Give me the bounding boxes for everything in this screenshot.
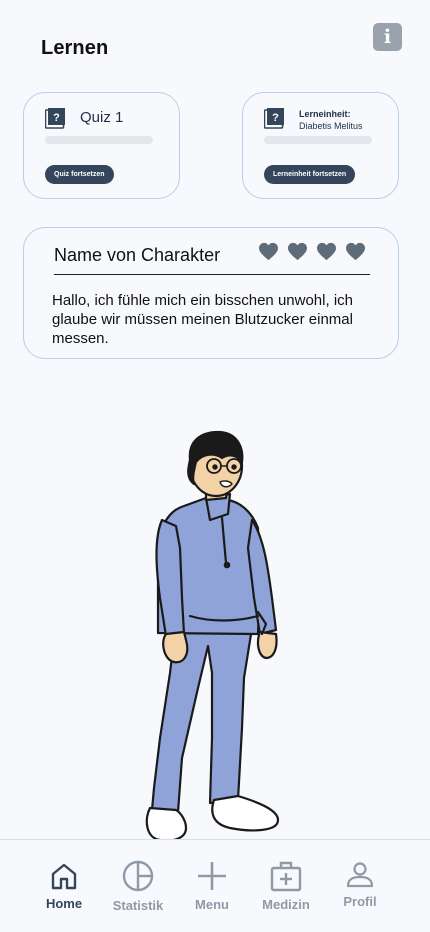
character-divider [54,274,370,275]
lesson-continue-button[interactable]: Lerneinheit fortsetzen [264,165,356,184]
user-icon [346,862,374,888]
nav-label-statistik: Statistik [112,898,164,913]
nav-label-menu: Menu [195,897,229,912]
home-icon [51,863,77,890]
svg-text:?: ? [53,112,60,124]
heart-icon [317,242,336,261]
lesson-book-icon: ? [264,108,284,129]
bottom-nav: Home Statistik Menu Medizin Profil [0,839,430,932]
quiz-card[interactable]: ? Quiz 1 Quiz fortsetzen [23,92,180,199]
lesson-title: Lerneinheit: [299,109,351,119]
quiz-continue-button[interactable]: Quiz fortsetzen [45,165,114,184]
character-card: Name von Charakter Hallo, ich fühle mich… [23,227,399,359]
character-illustration [145,430,280,842]
heart-icon [259,242,278,261]
plus-icon [198,862,226,890]
info-button[interactable]: i [373,23,402,51]
character-name: Name von Charakter [54,245,221,265]
quiz-book-icon: ? [45,108,65,129]
medical-kit-icon [270,861,302,892]
hearts-row [258,242,366,261]
lesson-progress-bar [264,136,372,144]
lesson-card[interactable]: ? Lerneinheit: Diabetis Melitus Lerneinh… [242,92,399,199]
heart-icon [346,242,365,261]
nav-label-home: Home [45,896,83,911]
nav-label-medizin: Medizin [262,897,310,912]
quiz-progress-bar [45,136,153,144]
svg-text:?: ? [272,112,279,124]
heart-icon [288,242,307,261]
page-title: Lernen [41,37,109,59]
pie-chart-icon [122,860,154,892]
character-message: Hallo, ich fühle mich ein bisschen unwoh… [52,292,353,347]
lesson-subtitle: Diabetis Melitus [299,121,363,131]
quiz-title: Quiz 1 [80,109,124,126]
nav-label-profil: Profil [343,894,377,909]
